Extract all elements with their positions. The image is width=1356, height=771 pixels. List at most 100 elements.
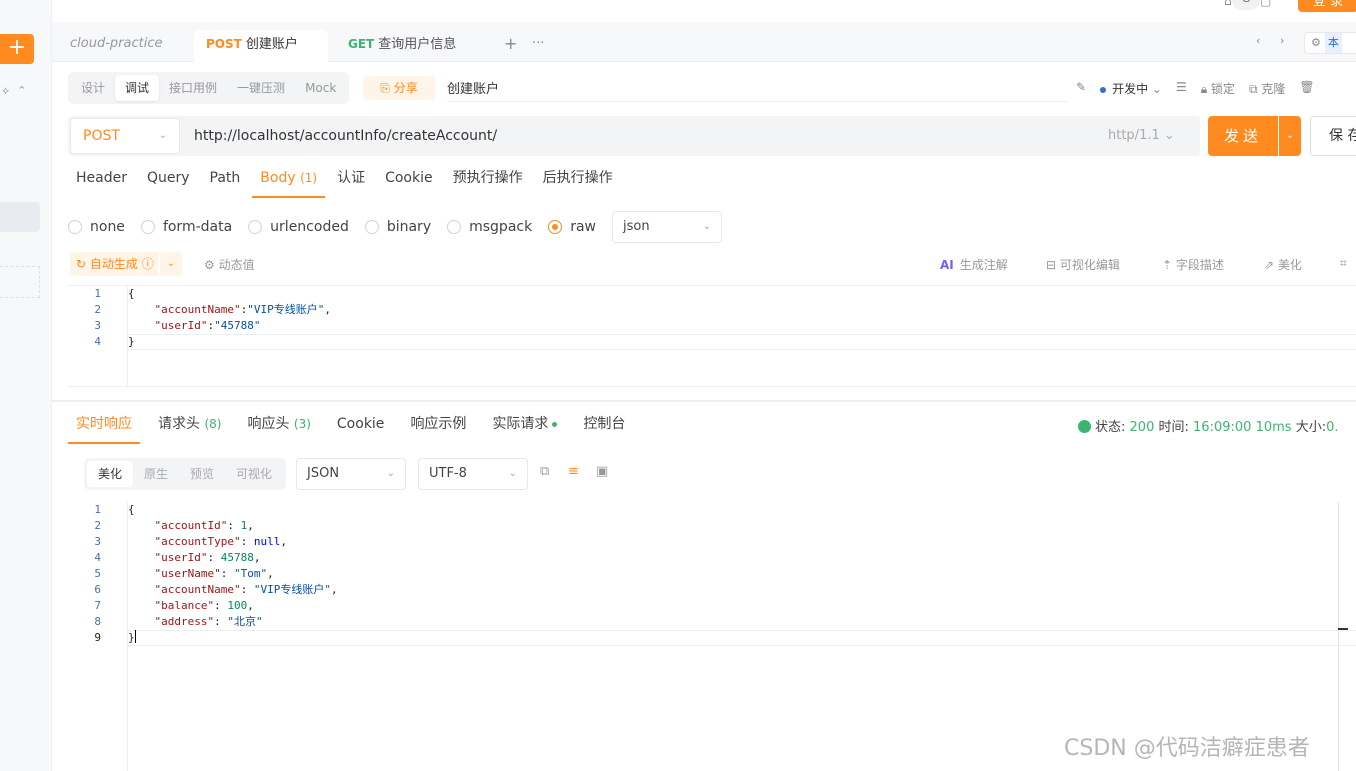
tab-pre-request[interactable]: 预执行操作 [445, 160, 531, 198]
save-button[interactable]: 保 存 [1310, 116, 1356, 156]
url-input[interactable]: http://localhost/accountInfo/createAccou… [194, 116, 1074, 156]
tab-visualize[interactable]: 可视化 [225, 461, 283, 487]
tab-preview[interactable]: 预览 [179, 461, 225, 487]
request-body-editor[interactable]: 1 2 3 4 { "accountName":"VIP专线账户", "user… [68, 285, 1356, 387]
tab-test-case[interactable]: 接口用例 [159, 75, 227, 101]
tab-auth[interactable]: 认证 [329, 160, 373, 198]
tab-console[interactable]: 控制台 [575, 406, 633, 444]
visual-edit-button[interactable]: ⊟ 可视化编辑 [1046, 256, 1120, 273]
account-circle-icon[interactable]: G [1232, 0, 1260, 10]
response-status: 状态: 200 时间: 16:09:00 10ms 大小:0. [1078, 416, 1338, 435]
clone-button[interactable]: ⧉ 克隆 [1249, 80, 1285, 97]
tab-query-user[interactable]: GET 查询用户信息 [348, 32, 456, 62]
tab-project[interactable]: cloud-practice [70, 32, 162, 62]
tab-raw[interactable]: 原生 [133, 461, 179, 487]
align-icon[interactable]: ☰ [1176, 80, 1187, 97]
code-lines: { "accountId": 1, "accountType": null, "… [128, 503, 338, 644]
dynamic-value-button[interactable]: ⚙ 动态值 [204, 256, 255, 273]
radio-urlencoded[interactable]: urlencoded [248, 219, 349, 235]
tab-load-test[interactable]: 一键压测 [227, 75, 295, 101]
window-icon[interactable]: ▢ [1260, 0, 1271, 8]
chevron-down-icon: ⌄ [158, 130, 167, 141]
auto-generate-button[interactable]: ↻ 自动生成 ⓘ [70, 252, 158, 276]
beautify-button[interactable]: ⇗ 美化 [1264, 256, 1302, 273]
response-time: 16:09:00 [1193, 420, 1252, 435]
param-tabs: Header Query Path Body (1) 认证 Cookie 预执行… [68, 160, 625, 198]
indicator-dot [552, 421, 558, 427]
more-icon[interactable]: ⌗ [1340, 256, 1347, 271]
tab-header[interactable]: Header [68, 160, 135, 198]
tab-path[interactable]: Path [202, 160, 249, 198]
send-button[interactable]: 发送 [1208, 116, 1278, 156]
api-name-field[interactable]: 创建账户 [447, 78, 1067, 102]
tab-debug[interactable]: 调试 [115, 75, 160, 101]
edit-icon[interactable]: ✎ [1076, 80, 1086, 97]
radio-form-data[interactable]: form-data [140, 219, 232, 235]
new-item-button[interactable]: + [0, 34, 34, 64]
lock-icon: 🔒︎ [1200, 82, 1211, 96]
mode-tabs: 设计 调试 接口用例 一键压测 Mock [68, 72, 350, 104]
body-toolbar: ↻ 自动生成 ⓘ ⌄ ⚙ 动态值 AI 生成注解 ⊟ 可视化编辑 ⇡ 字段描述 ⇗… [68, 252, 1356, 278]
tab-label: 查询用户信息 [378, 37, 457, 52]
tab-design[interactable]: 设计 [71, 75, 115, 101]
sidebar-sort-icon[interactable]: ⟡⌃ [2, 84, 35, 98]
body-format-select[interactable]: json ⌄ [612, 211, 722, 243]
tab-live-response[interactable]: 实时响应 [68, 406, 140, 444]
response-duration: 10ms [1255, 420, 1292, 435]
radio-none[interactable]: none [68, 219, 125, 235]
tab-method: GET [348, 37, 375, 51]
tab-post-request[interactable]: 后执行操作 [535, 160, 621, 198]
tab-mock[interactable]: Mock [295, 75, 346, 101]
environment-select[interactable]: ⚙ 本 [1304, 32, 1356, 54]
line-gutter: 1 2 3 4 5 6 7 8 9 [68, 502, 128, 771]
http-version-select[interactable]: http/1.1 ⌄ [1108, 116, 1175, 156]
tab-create-account[interactable]: POST 创建账户 [194, 30, 328, 62]
tab-pretty[interactable]: 美化 [87, 461, 134, 487]
radio-binary[interactable]: binary [364, 219, 431, 235]
tab-cookie[interactable]: Cookie [377, 160, 441, 198]
sidebar-selected-item[interactable] [0, 202, 40, 232]
tab-next-icon[interactable]: › [1280, 34, 1284, 47]
save-response-icon[interactable]: ▣ [596, 464, 608, 479]
ai-icon: AI [940, 258, 954, 272]
tab-response-example[interactable]: 响应示例 [402, 406, 474, 444]
response-format-select[interactable]: JSON ⌄ [296, 458, 406, 490]
ai-comment-button[interactable]: AI 生成注解 [940, 256, 1008, 273]
tab-request-headers[interactable]: 请求头 (8) [150, 406, 229, 444]
login-button[interactable]: 登 录 [1298, 0, 1356, 12]
copy-icon[interactable]: ⧉ [540, 464, 549, 479]
radio-msgpack[interactable]: msgpack [447, 219, 532, 235]
status-select[interactable]: 开发中 ⌄ [1100, 80, 1162, 97]
chevron-down-icon: ⌄ [702, 221, 711, 232]
delete-icon[interactable]: 🗑︎ [1299, 80, 1314, 97]
tab-response-headers[interactable]: 响应头 (3) [239, 406, 318, 444]
tab-prev-icon[interactable]: ‹ [1256, 34, 1260, 47]
copy-icon: ⧉ [1248, 82, 1262, 96]
left-sidebar: + ⟡⌃ [0, 0, 52, 771]
bell-icon[interactable]: ⌂ [1224, 0, 1232, 8]
auto-generate-chevron-icon[interactable]: ⌄ [160, 252, 182, 276]
share-button[interactable]: ⎘ 分享 [363, 76, 435, 100]
tab-label: 创建账户 [245, 37, 298, 52]
status-code: 200 [1129, 420, 1155, 435]
send-options-chevron-icon[interactable]: ⌄ [1279, 116, 1301, 156]
response-size: 0. [1326, 420, 1339, 435]
scrollbar[interactable] [1338, 502, 1348, 771]
method-select[interactable]: POST ⌄ [70, 118, 180, 154]
tab-body[interactable]: Body (1) [252, 160, 326, 198]
tab-actual-request[interactable]: 实际请求 [484, 406, 565, 444]
field-desc-button[interactable]: ⇡ 字段描述 [1162, 256, 1224, 273]
share-icon: ⎘ [380, 81, 394, 95]
more-tabs-icon[interactable]: ··· [532, 32, 544, 62]
add-tab-icon[interactable]: + [504, 32, 517, 62]
tab-response-cookie[interactable]: Cookie [329, 406, 393, 444]
api-tools: ✎ 开发中 ⌄ ☰ 🔒︎ 锁定 ⧉ 克隆 🗑︎ [1076, 80, 1315, 97]
lock-button[interactable]: 🔒︎ 锁定 [1201, 80, 1235, 97]
tab-query[interactable]: Query [139, 160, 198, 198]
pane-divider[interactable] [52, 400, 1356, 402]
radio-raw[interactable]: raw [548, 219, 596, 235]
wrap-icon[interactable]: ≡ [568, 464, 579, 479]
response-encoding-select[interactable]: UTF-8 ⌄ [418, 458, 528, 490]
globe-icon [1078, 420, 1091, 433]
response-view-tabs: 美化 原生 预览 可视化 [84, 458, 287, 490]
